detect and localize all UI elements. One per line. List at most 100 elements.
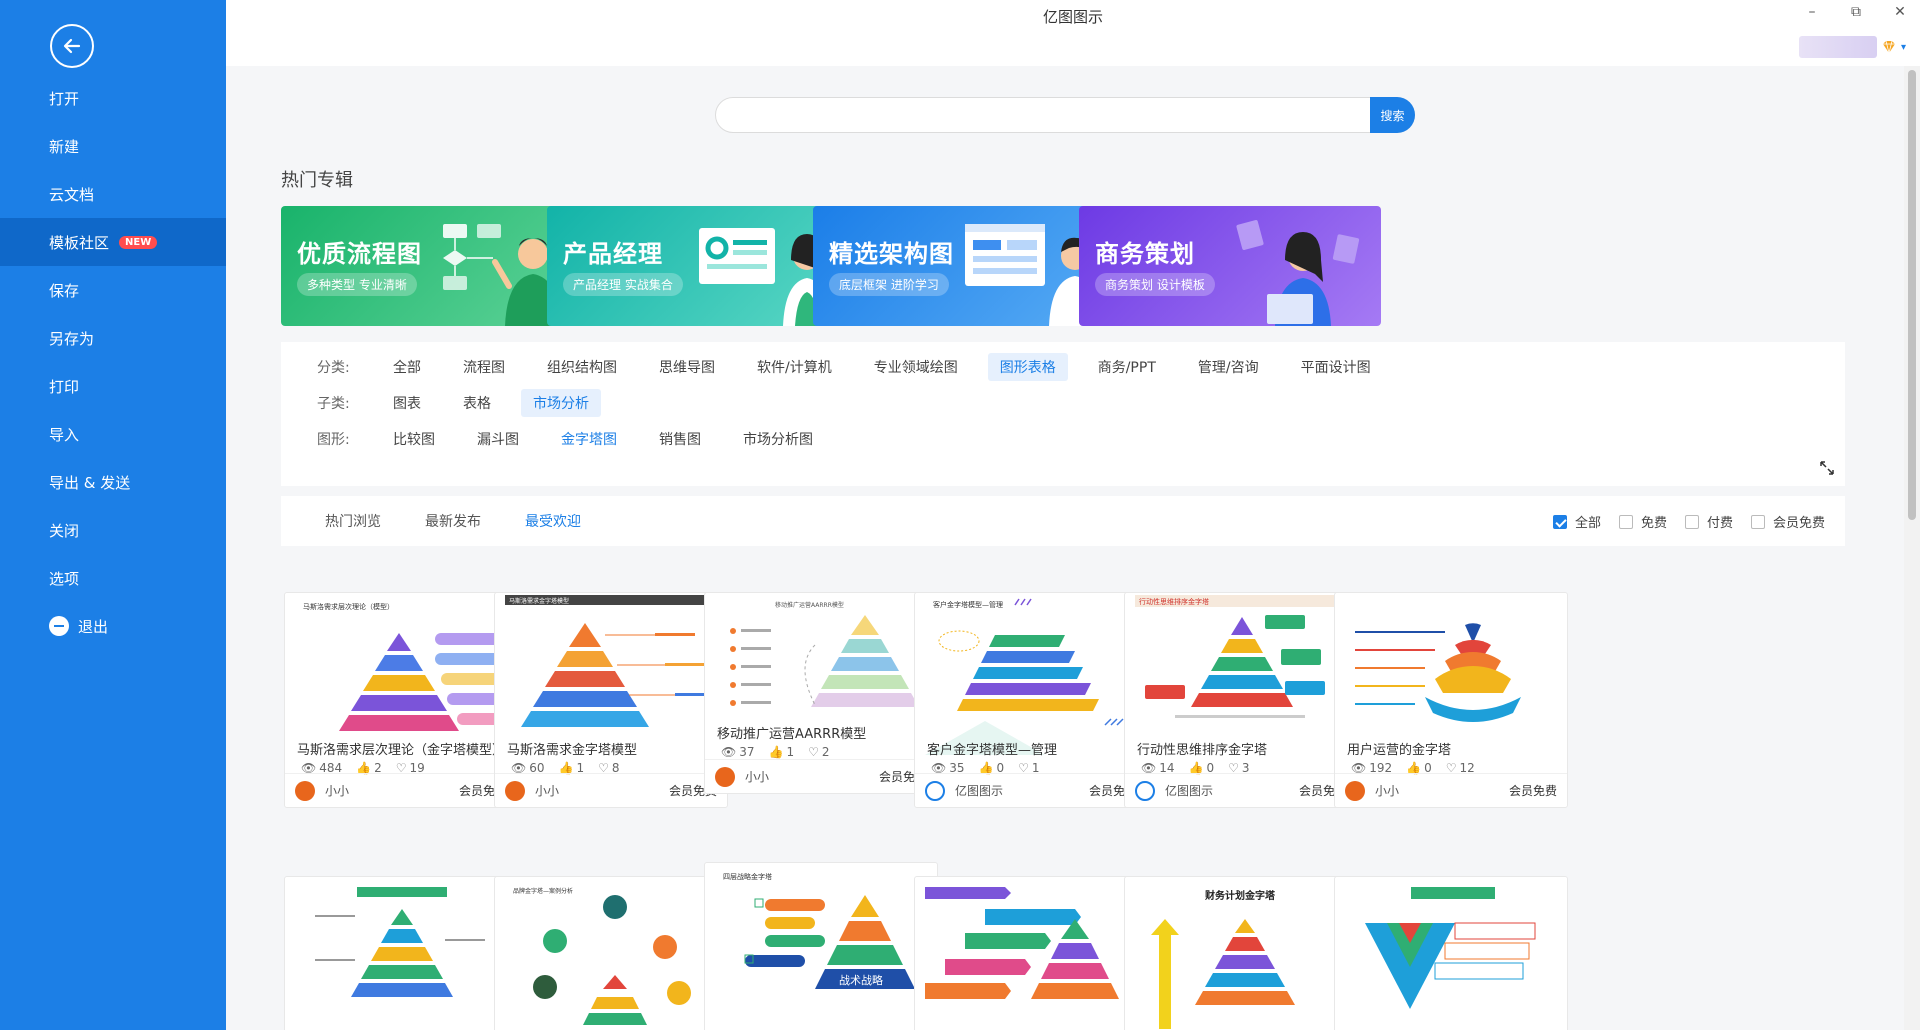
expand-icon[interactable] [1819,460,1835,476]
side-item-print[interactable]: 打印 [0,362,226,410]
side-item-save-as[interactable]: 另存为 [0,314,226,362]
author-name: 亿图图示 [955,784,1004,798]
filter-category-mind-map[interactable]: 思维导图 [647,353,727,381]
banner-flowchart[interactable]: 优质流程图 多种类型 专业清晰 [281,206,583,326]
filter-category-graphic-table[interactable]: 图形表格 [987,353,1068,381]
author-name: 小小 [745,770,770,784]
side-item-import[interactable]: 导入 [0,410,226,458]
pyramid-thumbnail: 客户金字塔模型—管理 [925,595,1139,755]
thumb-title: 财务计划金字塔 [1204,889,1276,902]
sort-tab-latest[interactable]: 最新发布 [425,511,481,531]
card-footer: 亿图图示 会员免费 [1125,773,1357,807]
filter-shape-funnel[interactable]: 漏斗图 [465,425,531,453]
filter-category-professional[interactable]: 专业领域绘图 [862,353,970,381]
back-button[interactable] [50,24,94,68]
template-card[interactable]: 客户金字塔模型—管理 客户金字塔模型—管理 👁 35 👍 0 ♡ 1 亿图图示 会员免… [914,592,1148,808]
side-menu: 打开 新建 云文档 模板社区 NEW 保存 另存为 打印 导入 导出 & 发送 关… [0,74,226,650]
vip-diamond-icon [1882,40,1895,54]
views-count: 37 [739,745,755,759]
banner-title: 精选架构图 [829,240,954,268]
sort-tab-hot[interactable]: 热门浏览 [325,511,381,531]
banner-subtitle: 底层框架 进阶学习 [829,273,949,296]
banner-business-planning[interactable]: 商务策划 商务策划 设计模板 [1079,206,1381,326]
search-bar: 搜索 [715,97,1415,133]
filter-sub-chart[interactable]: 图表 [381,389,433,417]
side-item-save[interactable]: 保存 [0,266,226,314]
card-footer: 小小 会员免费 [285,773,517,807]
filter-category-business-ppt[interactable]: 商务/PPT [1086,353,1168,381]
banner-product-manager[interactable]: 产品经理 产品经理 实战集合 [547,206,849,326]
price-free-checkbox[interactable] [1618,514,1633,529]
likes-stat[interactable]: 👍 1 [769,745,795,759]
banner-architecture[interactable]: 精选架构图 底层框架 进阶学习 [813,206,1115,326]
filter-shape-comparison[interactable]: 比较图 [381,425,447,453]
price-member-free-checkbox[interactable] [1750,514,1765,529]
side-item-template-community[interactable]: 模板社区 NEW [0,218,226,266]
eye-icon: 👁 [721,745,737,759]
card-footer: 小小 会员免费 [1335,773,1567,807]
search-button[interactable]: 搜索 [1370,97,1415,133]
price-all-label: 全部 [1574,516,1601,531]
filter-category-flowchart[interactable]: 流程图 [451,353,517,381]
card-title: 移动推广运营AARRR模型 [717,727,867,742]
side-item-cloud-docs[interactable]: 云文档 [0,170,226,218]
template-card[interactable]: 马斯洛需求层次理论（模型） 马斯洛需求层次理论（金字塔模型） 👁 484 👍 2 ♡… [284,592,518,808]
filter-category-all[interactable]: 全部 [381,353,433,381]
side-item-close[interactable]: 关闭 [0,506,226,554]
template-card[interactable]: 四层战略金字塔 战术战略 [704,862,938,1030]
template-card[interactable]: 用户运营的金字塔 👁 192 👍 0 ♡ 12 小小 会员免费 [1334,592,1568,808]
pyramid-thumbnail [295,879,509,1030]
banner-subtitle: 产品经理 实战集合 [563,273,683,296]
vertical-scrollbar[interactable] [1904,66,1920,1030]
filter-sub-market-analysis[interactable]: 市场分析 [521,389,601,417]
template-card[interactable]: 行动性思维排序金字塔 行动性思维排序金字塔 👁 14 👍 0 ♡ 3 亿图图示 会员免… [1124,592,1358,808]
author-avatar [715,766,735,787]
side-item-export-send[interactable]: 导出 & 发送 [0,458,226,506]
side-item-exit[interactable]: 退出 [0,602,226,650]
card-footer: 小小 会员免费 [705,759,937,793]
filter-shape-sales[interactable]: 销售图 [647,425,713,453]
banner-title: 产品经理 [563,240,663,268]
filter-category-software[interactable]: 软件/计算机 [745,353,844,381]
filter-sub-table[interactable]: 表格 [451,389,503,417]
thumb-title: 马斯洛需求层次理论（模型） [303,602,394,611]
template-card[interactable] [914,876,1148,1030]
user-area[interactable]: ▾ [1798,36,1906,58]
filter-shape-pyramid[interactable]: 金字塔图 [549,425,629,453]
scrollbar-thumb[interactable] [1908,70,1916,520]
price-filter: 全部 免费 付费 会员免费 [1539,512,1825,531]
template-card[interactable] [1334,876,1568,1030]
template-card[interactable]: 移动推广运营AARRR模型 移动推广运营AARRR模型 👁 37 👍 1 ♡ 2 小小… [704,592,938,794]
sort-tab-popular[interactable]: 最受欢迎 [525,511,581,531]
restore-button[interactable]: ⧉ [1846,4,1866,20]
side-item-new[interactable]: 新建 [0,122,226,170]
filter-category-floor-plan[interactable]: 平面设计图 [1289,353,1383,381]
side-item-label: 导出 & 发送 [49,473,131,492]
side-item-open[interactable]: 打开 [0,74,226,122]
side-item-label: 打开 [49,89,80,108]
card-title: 行动性思维排序金字塔 [1137,743,1268,758]
author-name: 小小 [325,784,350,798]
favs-stat[interactable]: ♡ 2 [808,745,829,759]
template-card[interactable]: 财务计划金字塔 [1124,876,1358,1030]
minimize-button[interactable]: – [1802,4,1822,20]
pyramid-thumbnail: 行动性思维排序金字塔 [1135,595,1349,755]
close-button[interactable]: ✕ [1890,4,1910,20]
price-all-checkbox[interactable] [1552,514,1567,529]
template-card[interactable] [284,876,518,1030]
filter-category-org-chart[interactable]: 组织结构图 [535,353,629,381]
side-item-options[interactable]: 选项 [0,554,226,602]
template-card[interactable]: 品牌金字塔—案例分析 [494,876,728,1030]
filter-shape-market-analysis[interactable]: 市场分析图 [731,425,825,453]
price-paid-checkbox[interactable] [1684,514,1699,529]
heart-icon: ♡ [808,745,819,759]
search-input[interactable] [730,98,1330,132]
filter-row-subcategory: 子类: 图表 表格 市场分析 [281,389,619,417]
filter-category-management[interactable]: 管理/咨询 [1186,353,1271,381]
filter-row-category: 分类: 全部 流程图 组织结构图 思维导图 软件/计算机 专业领域绘图 图形表格… [281,353,1401,381]
new-badge: NEW [119,235,158,249]
thumb-title: 马斯洛需求金字塔模型 [509,597,569,605]
pyramid-thumbnail [925,879,1139,1030]
template-card[interactable]: 马斯洛需求金字塔模型 马斯洛需求金字塔模型 👁 60 👍 1 ♡ 8 小小 会员免费 [494,592,728,808]
side-item-label: 选项 [49,569,80,588]
